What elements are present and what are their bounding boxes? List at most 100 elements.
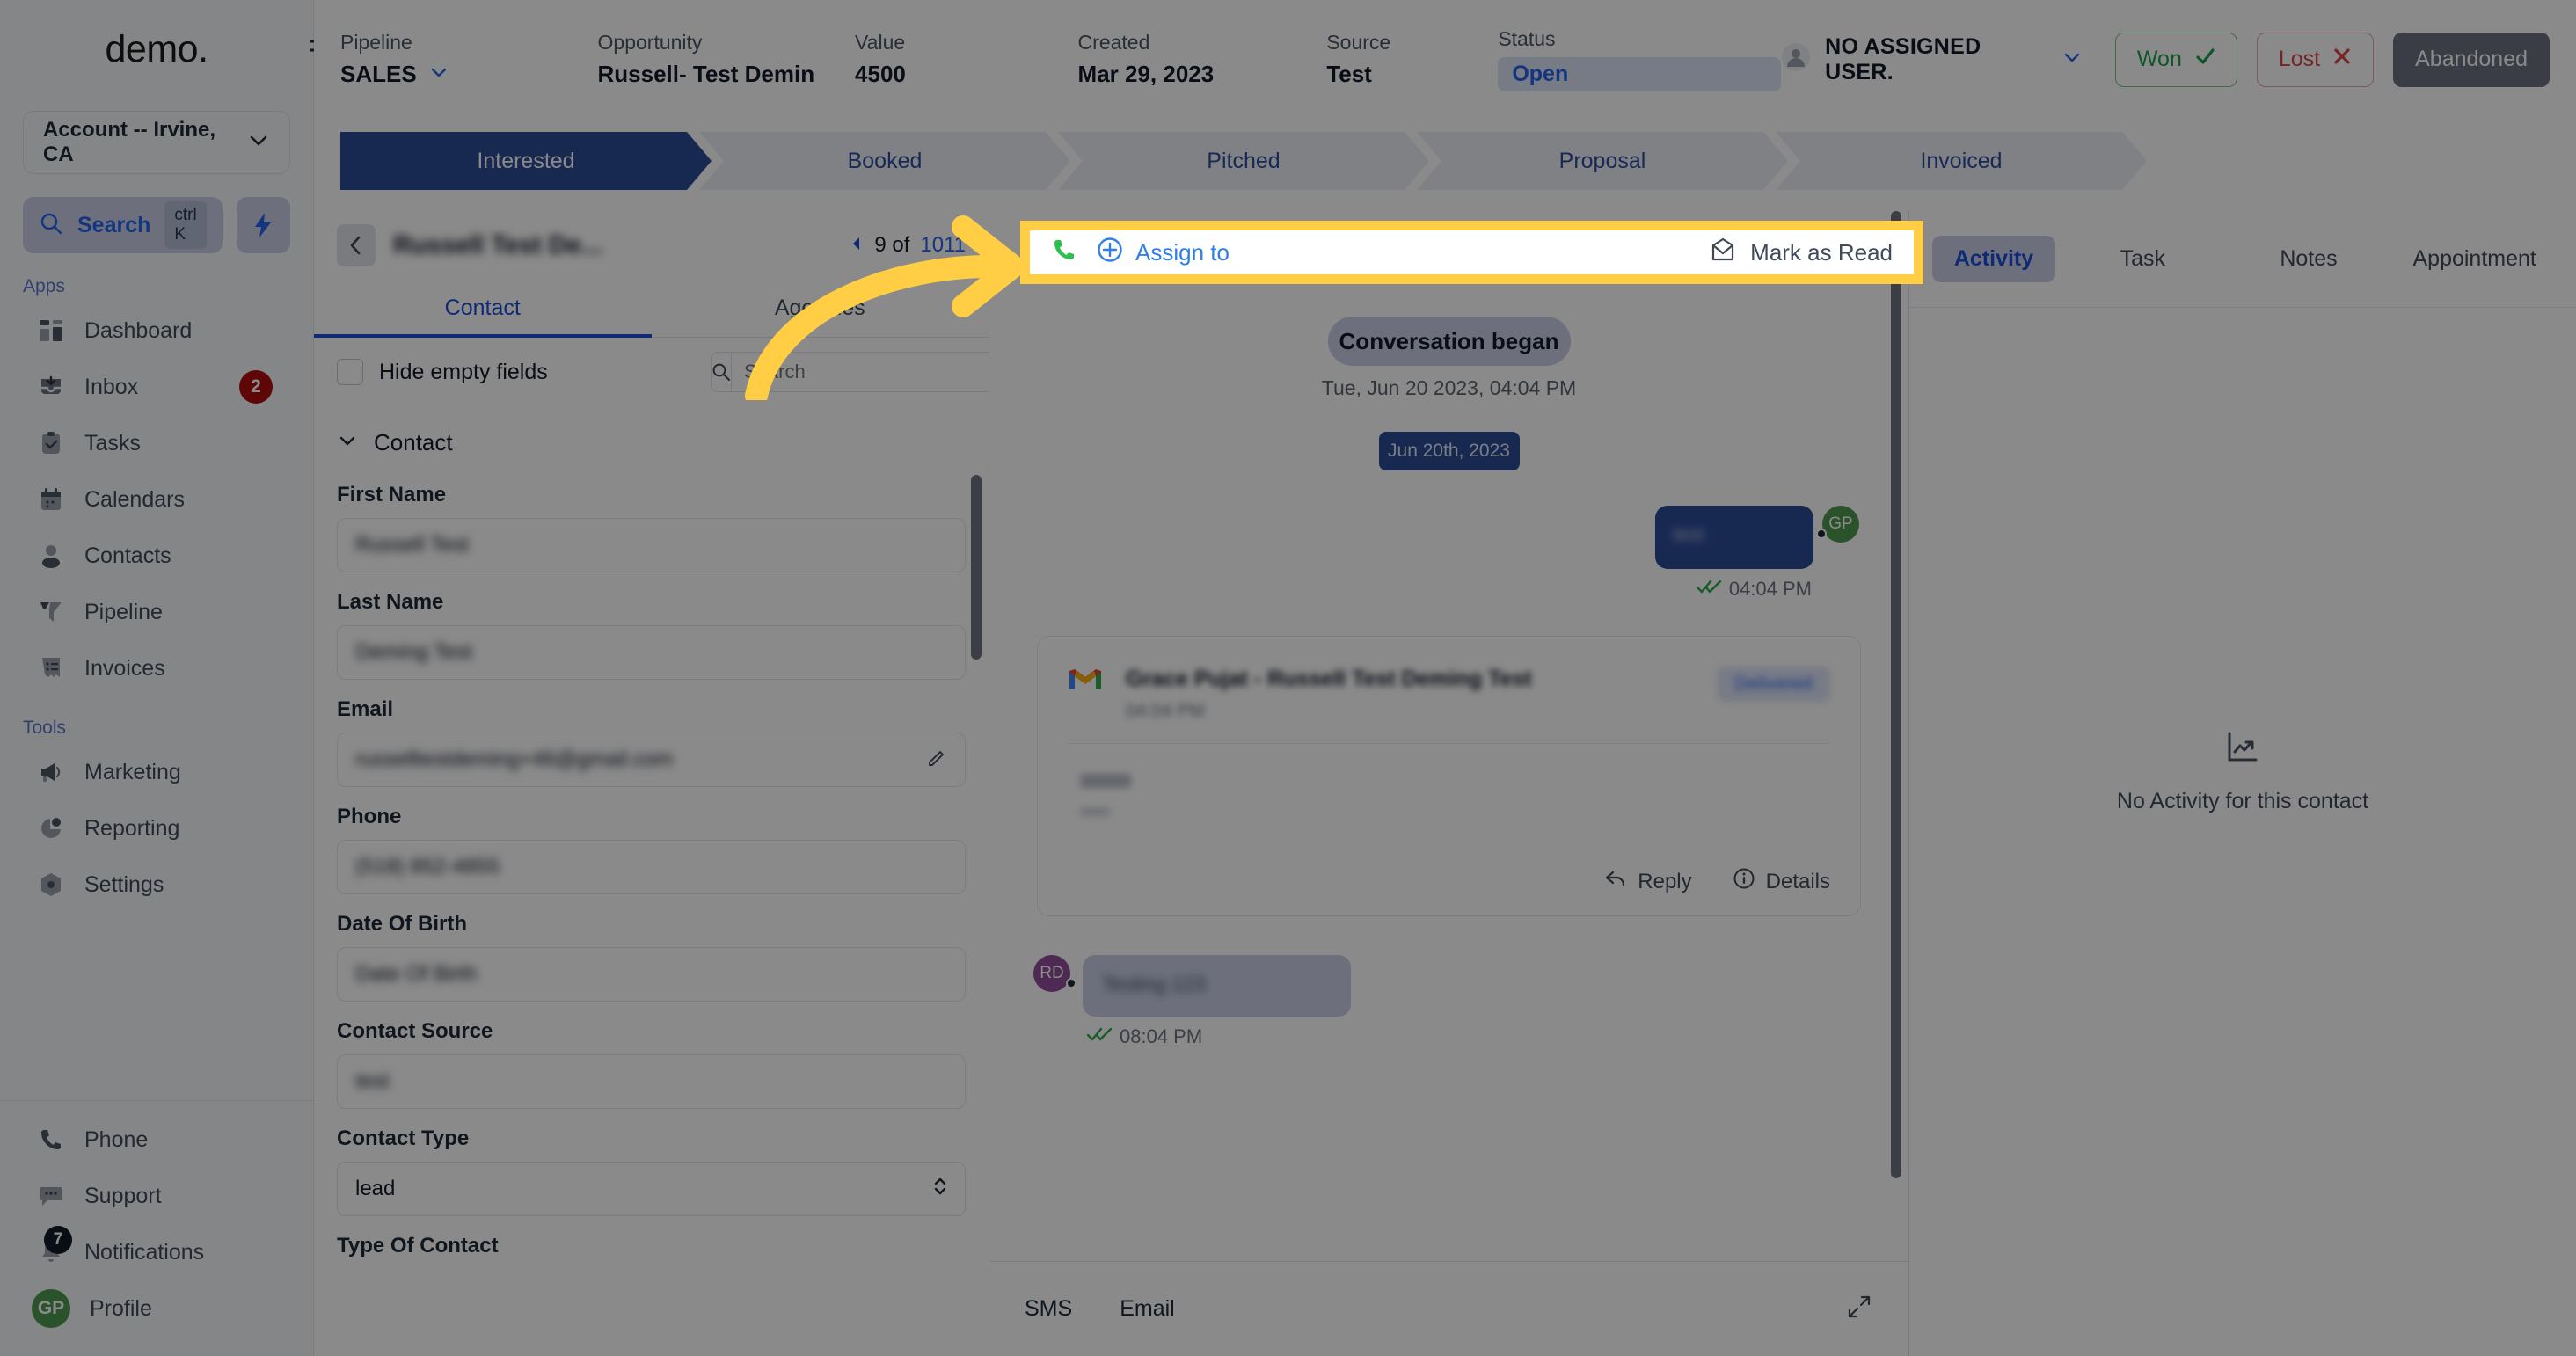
field-input[interactable]: Deming Test <box>337 625 966 680</box>
header-opportunity-label: Opportunity <box>597 31 703 54</box>
assigned-user-selector[interactable]: NO ASSIGNED USER. <box>1781 34 2082 85</box>
phone-icon[interactable] <box>1051 237 1077 268</box>
account-selector[interactable]: Account -- Irvine, CA <box>23 111 290 174</box>
stage-label: Proposal <box>1558 148 1646 173</box>
lightning-bolt-icon[interactable] <box>236 197 290 253</box>
sidebar-item-profile[interactable]: GP Profile <box>0 1280 313 1337</box>
email-subject: Grace Pujat - Russell Test Deming Test <box>1126 667 1532 691</box>
megaphone-icon <box>37 758 65 786</box>
field-label: Email <box>337 697 394 721</box>
stage-pitched[interactable]: Pitched <box>1058 132 1429 190</box>
won-button[interactable]: Won <box>2114 32 2237 87</box>
sidebar-item-dashboard[interactable]: Dashboard <box>0 303 313 359</box>
conversation-scrollbar[interactable] <box>1891 211 1901 1178</box>
search-input[interactable]: Search ctrl K <box>23 197 223 253</box>
assign-to-button[interactable]: Assign to <box>1097 237 1230 269</box>
tab-notes[interactable]: Notes <box>2230 236 2388 282</box>
email-message-card[interactable]: Grace Pujat - Russell Test Deming Test 0… <box>1037 636 1861 916</box>
field-input[interactable]: Date Of Birth <box>337 947 966 1002</box>
field-input[interactable]: russelltestdeming+46@gmail.com <box>337 733 966 787</box>
envelope-open-icon <box>1710 237 1736 269</box>
sidebar-item-calendars[interactable]: Calendars <box>0 471 313 528</box>
search-icon <box>711 352 731 392</box>
pipeline-stage-bar: Interested Booked Pitched Proposal Invoi… <box>314 132 2576 195</box>
tab-activity[interactable]: Activity <box>1932 236 2055 282</box>
message-bubble: Testing 123 <box>1083 955 1351 1017</box>
sidebar-item-pipeline[interactable]: Pipeline <box>0 584 313 640</box>
contact-section-header[interactable]: Contact <box>337 406 966 465</box>
contact-panel-scrollbar[interactable] <box>971 475 982 660</box>
reply-button[interactable]: Reply <box>1604 867 1692 896</box>
stage-invoiced[interactable]: Invoiced <box>1776 132 2147 190</box>
mark-as-read-label: Mark as Read <box>1750 238 1893 266</box>
hide-empty-fields-label: Hide empty fields <box>379 359 548 384</box>
avatar-icon: GP <box>32 1289 70 1328</box>
sidebar-item-phone[interactable]: Phone <box>0 1112 313 1168</box>
contact-panel-toolbar: Hide empty fields <box>314 338 1011 406</box>
sidebar-item-invoices[interactable]: Invoices <box>0 640 313 696</box>
stage-proposal[interactable]: Proposal <box>1417 132 1788 190</box>
sidebar-item-label: Inbox <box>84 374 139 399</box>
hide-empty-fields-checkbox[interactable] <box>337 359 363 385</box>
assigned-user-label: NO ASSIGNED USER. <box>1825 33 1981 84</box>
sidebar-item-support[interactable]: Support <box>0 1168 313 1224</box>
sidebar-item-inbox[interactable]: Inbox 2 <box>0 359 313 415</box>
field-label: Type Of Contact <box>337 1234 499 1258</box>
tasks-clipboard-icon <box>37 429 65 457</box>
lost-button[interactable]: Lost <box>2256 32 2375 87</box>
field-label: Contact Type <box>337 1126 470 1150</box>
assign-to-label: Assign to <box>1135 238 1230 266</box>
stage-interested[interactable]: Interested <box>340 132 712 190</box>
tab-agencies[interactable]: Agencies <box>652 280 989 337</box>
header-source-value: Test <box>1326 61 1372 87</box>
search-icon <box>39 211 63 240</box>
conversation-panel: Conversation began Tue, Jun 20 2023, 04:… <box>989 211 1908 1356</box>
avatar-initials: GP <box>1828 514 1853 533</box>
tab-label: Appointment <box>2412 246 2536 271</box>
email-body-text <box>1080 774 1131 788</box>
stage-booked[interactable]: Booked <box>699 132 1070 190</box>
notifications-badge: 7 <box>44 1226 72 1254</box>
header-opportunity: Opportunity Russell- Test Demin <box>598 31 856 88</box>
opportunity-header: Pipeline SALES Opportunity Russell- Test… <box>314 0 2576 119</box>
field-input[interactable]: (518) 852-4855 <box>337 840 966 894</box>
tab-task[interactable]: Task <box>2064 236 2222 282</box>
back-button[interactable] <box>337 224 376 266</box>
search-input[interactable] <box>731 352 1011 392</box>
avatar: GP <box>1816 506 1859 543</box>
composer-tab-sms[interactable]: SMS <box>1025 1296 1072 1322</box>
details-button[interactable]: Details <box>1733 867 1830 896</box>
contact-fields: Contact First Name Russell Test Last Nam… <box>314 406 989 1258</box>
tab-contact[interactable]: Contact <box>314 280 652 338</box>
header-source: Source Test <box>1326 31 1498 88</box>
expand-diagonal-icon[interactable] <box>1845 1293 1873 1325</box>
lost-button-label: Lost <box>2278 47 2321 71</box>
sidebar-item-reporting[interactable]: Reporting <box>0 800 313 857</box>
field-contact-type: Contact Type lead <box>337 1126 966 1216</box>
pager-prev-icon[interactable] <box>850 233 864 258</box>
tab-appointment[interactable]: Appointment <box>2396 236 2553 282</box>
won-button-label: Won <box>2136 47 2182 71</box>
field-label: First Name <box>337 483 447 507</box>
sidebar-item-tasks[interactable]: Tasks <box>0 415 313 471</box>
contact-type-select[interactable]: lead <box>337 1162 966 1216</box>
phone-icon <box>37 1126 65 1154</box>
status-badge: Open <box>1498 57 1782 91</box>
sidebar-item-marketing[interactable]: Marketing <box>0 744 313 800</box>
sidebar-item-settings[interactable]: Settings <box>0 857 313 913</box>
abandoned-button[interactable]: Abandoned <box>2393 32 2550 87</box>
tab-label: Task <box>2120 246 2166 271</box>
contact-pager[interactable]: 9 of 1011 <box>850 233 966 258</box>
composer-tab-email[interactable]: Email <box>1120 1296 1175 1322</box>
mark-as-read-button[interactable]: Mark as Read <box>1710 237 1893 269</box>
field-input[interactable]: Russell Test <box>337 518 966 572</box>
field-value: russelltestdeming+46@gmail.com <box>355 747 674 771</box>
gear-icon <box>37 871 65 899</box>
sidebar-item-contacts[interactable]: Contacts <box>0 528 313 584</box>
pipeline-selector[interactable]: SALES <box>340 61 598 88</box>
field-input[interactable]: test <box>337 1054 966 1109</box>
field-email: Email russelltestdeming+46@gmail.com <box>337 697 966 787</box>
sidebar-item-notifications[interactable]: 7 Notifications <box>0 1224 313 1280</box>
check-icon <box>2194 46 2215 73</box>
pencil-icon[interactable] <box>926 746 949 775</box>
